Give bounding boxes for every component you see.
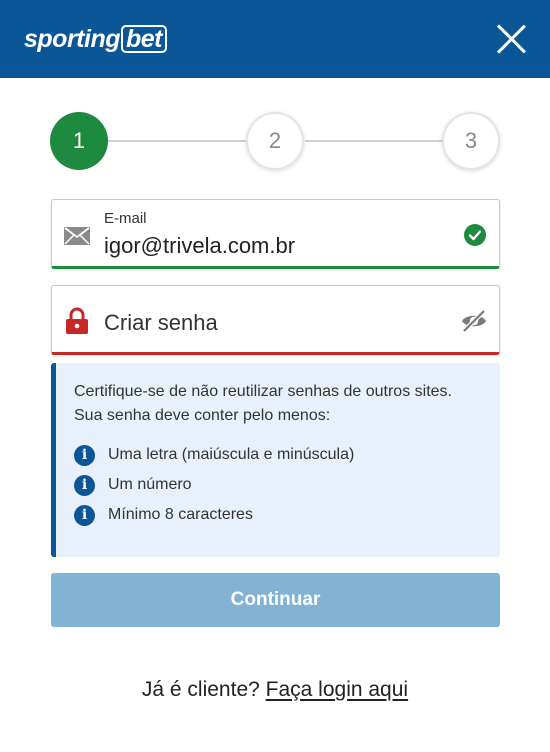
password-requirements-box: Certifique-se de não reutilizar senhas d…	[51, 363, 500, 557]
step-1: 1	[50, 112, 108, 170]
email-field[interactable]: E-mail igor@trivela.com.br	[51, 199, 500, 269]
stepper-connector	[108, 140, 247, 142]
info-icon: i	[74, 474, 95, 496]
requirements-list: i Uma letra (maiúscula e minúscula) i Um…	[74, 440, 482, 530]
eye-off-icon[interactable]	[460, 309, 488, 333]
email-label: E-mail	[104, 210, 147, 227]
close-icon[interactable]	[494, 22, 528, 56]
mail-icon	[64, 227, 90, 245]
requirement-text: Uma letra (maiúscula e minúscula)	[108, 446, 355, 463]
step-3: 3	[442, 112, 500, 170]
lock-icon	[66, 307, 88, 334]
requirement-text: Um número	[108, 476, 192, 493]
check-circle-icon	[464, 224, 486, 246]
app-header: sporting bet	[0, 0, 550, 78]
logo-boxed-text: bet	[121, 25, 167, 53]
login-prompt: Já é cliente? Faça login aqui	[0, 678, 550, 702]
info-icon: i	[74, 444, 95, 466]
existing-client-text: Já é cliente?	[141, 678, 260, 701]
requirement-item: i Um número	[74, 470, 482, 500]
login-link[interactable]: Faça login aqui	[266, 678, 408, 701]
password-field[interactable]: Criar senha	[51, 285, 500, 355]
info-icon: i	[74, 504, 95, 526]
sportingbet-logo: sporting bet	[24, 25, 167, 54]
password-advice-text: Certifique-se de não reutilizar senhas d…	[74, 383, 452, 424]
requirement-text: Mínimo 8 caracteres	[108, 506, 253, 523]
registration-stepper: 1 2 3	[50, 112, 502, 170]
requirement-item: i Uma letra (maiúscula e minúscula)	[74, 440, 482, 470]
logo-text: sporting	[24, 24, 121, 53]
requirement-item: i Mínimo 8 caracteres	[74, 500, 482, 530]
step-2: 2	[246, 112, 304, 170]
email-value[interactable]: igor@trivela.com.br	[104, 233, 295, 259]
stepper-connector	[305, 140, 444, 142]
continue-button[interactable]: Continuar	[51, 573, 500, 627]
password-placeholder[interactable]: Criar senha	[104, 310, 218, 336]
